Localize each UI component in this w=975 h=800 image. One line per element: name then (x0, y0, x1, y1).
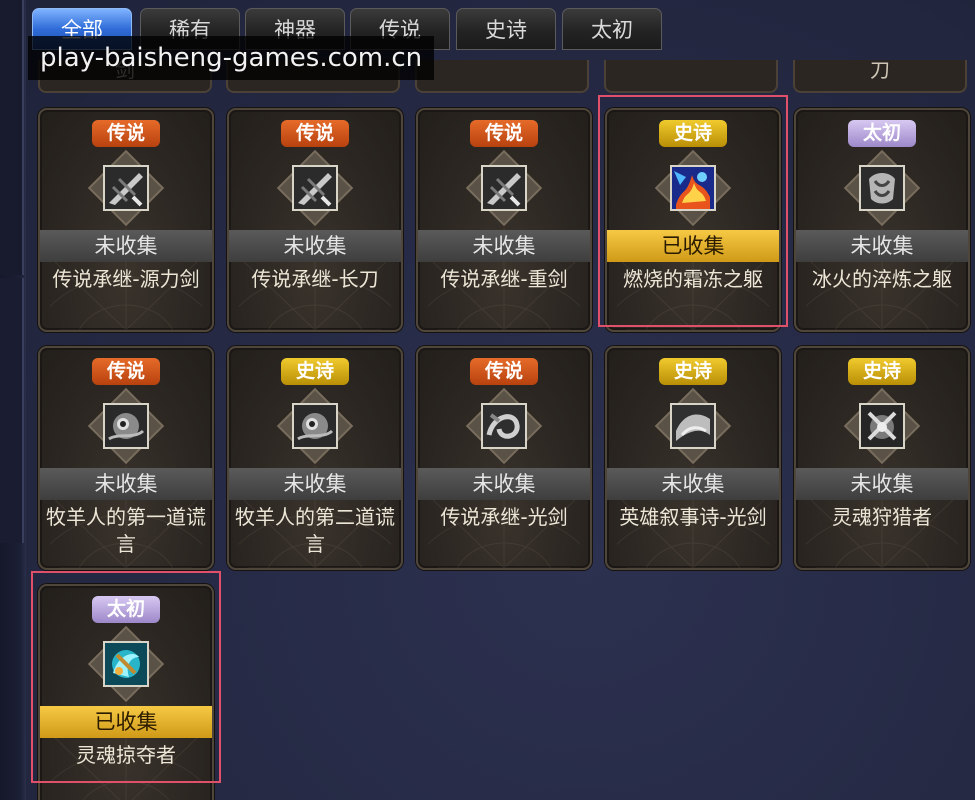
item-name: 传说承继-源力剑 (52, 267, 200, 291)
partial-card[interactable]: 刀 (793, 60, 967, 93)
collection-status: 未收集 (796, 468, 968, 500)
collection-card[interactable]: 传说未收集传说承继-重剑 (416, 108, 592, 332)
tab-epic[interactable]: 史诗 (456, 8, 556, 50)
item-icon-frame (843, 149, 921, 227)
item-icon-frame (87, 387, 165, 465)
item-name: 传说承继-长刀 (251, 267, 379, 291)
rarity-badge: 太初 (848, 120, 916, 147)
tab-primal[interactable]: 太初 (562, 8, 662, 50)
left-side-panel (0, 0, 26, 800)
item-icon-frame (465, 149, 543, 227)
collection-card[interactable]: 太初已收集灵魂掠夺者 (38, 584, 214, 800)
item-name: 灵魂狩猎者 (832, 505, 932, 529)
grey-blade-icon (292, 165, 338, 211)
grey-armor-icon (859, 165, 905, 211)
item-icon-frame (276, 387, 354, 465)
cyan-soul-icon (103, 641, 149, 687)
item-name: 灵魂掠夺者 (76, 743, 176, 767)
collection-card[interactable]: 传说未收集传说承继-源力剑 (38, 108, 214, 332)
partial-card[interactable] (415, 60, 589, 93)
item-name: 传说承继-重剑 (440, 267, 568, 291)
rarity-badge: 传说 (470, 120, 538, 147)
rarity-badge: 传说 (92, 120, 160, 147)
rarity-badge: 史诗 (281, 358, 349, 385)
grey-hunter-icon (859, 403, 905, 449)
item-name: 英雄叙事诗-光剑 (619, 505, 767, 529)
rarity-badge: 传说 (470, 358, 538, 385)
partial-card[interactable] (604, 60, 778, 93)
collection-screen: 全部 稀有 神器 传说 史诗 太初 剑 刀 play-baisheng-game… (0, 0, 975, 800)
grey-swirl-icon (481, 403, 527, 449)
item-icon-frame (87, 625, 165, 703)
grey-eye-icon (103, 403, 149, 449)
collection-card[interactable]: 传说未收集牧羊人的第一道谎言 (38, 346, 214, 570)
collection-status: 未收集 (607, 468, 779, 500)
rarity-badge: 史诗 (659, 358, 727, 385)
collection-status: 未收集 (229, 468, 401, 500)
collection-card[interactable]: 史诗未收集灵魂狩猎者 (794, 346, 970, 570)
item-icon-frame (654, 387, 732, 465)
collection-card[interactable]: 太初未收集冰火的淬炼之躯 (794, 108, 970, 332)
item-icon-frame (654, 149, 732, 227)
collection-card[interactable]: 史诗未收集牧羊人的第二道谎言 (227, 346, 403, 570)
item-name: 牧羊人的第二道谎言 (235, 505, 395, 556)
item-icon-frame (465, 387, 543, 465)
side-panel-section (0, 0, 24, 275)
rarity-badge: 史诗 (659, 120, 727, 147)
collection-card[interactable]: 史诗未收集英雄叙事诗-光剑 (605, 346, 781, 570)
collection-status: 未收集 (418, 468, 590, 500)
grey-sword-icon (103, 165, 149, 211)
fire-frost-icon (670, 165, 716, 211)
collection-status: 未收集 (229, 230, 401, 262)
collection-status: 已收集 (40, 706, 212, 738)
collection-card[interactable]: 传说未收集传说承继-光剑 (416, 346, 592, 570)
collection-card[interactable]: 传说未收集传说承继-长刀 (227, 108, 403, 332)
collection-status: 未收集 (40, 468, 212, 500)
grey-wave-icon (670, 403, 716, 449)
item-name: 燃烧的霜冻之躯 (623, 267, 763, 291)
side-panel-section (0, 278, 24, 543)
partial-card-name: 刀 (870, 60, 890, 82)
collection-status: 未收集 (40, 230, 212, 262)
collection-status: 未收集 (796, 230, 968, 262)
rarity-badge: 传说 (281, 120, 349, 147)
grey-eye-icon (292, 403, 338, 449)
grey-greatsword-icon (481, 165, 527, 211)
rarity-badge: 传说 (92, 358, 160, 385)
collection-card[interactable]: 史诗已收集燃烧的霜冻之躯 (605, 108, 781, 332)
rarity-badge: 史诗 (848, 358, 916, 385)
item-icon-frame (87, 149, 165, 227)
item-icon-frame (843, 387, 921, 465)
collection-status: 未收集 (418, 230, 590, 262)
item-name: 传说承继-光剑 (440, 505, 568, 529)
item-name: 冰火的淬炼之躯 (812, 267, 952, 291)
collection-status: 已收集 (607, 230, 779, 262)
item-icon-frame (276, 149, 354, 227)
watermark: play-baisheng-games.com.cn (28, 36, 435, 80)
rarity-badge: 太初 (92, 596, 160, 623)
item-name: 牧羊人的第一道谎言 (46, 505, 206, 556)
